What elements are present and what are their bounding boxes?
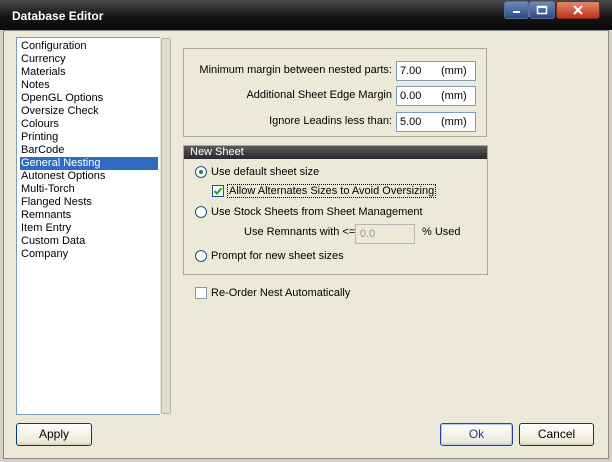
remnants-label: Use Remnants with <= xyxy=(244,226,356,238)
list-item[interactable]: Currency xyxy=(20,53,158,66)
min-margin-unit: (mm) xyxy=(441,65,467,77)
list-item[interactable]: Flanged Nests xyxy=(20,196,158,209)
list-item[interactable]: Colours xyxy=(20,118,158,131)
reorder-label[interactable]: Re-Order Nest Automatically xyxy=(211,287,350,299)
settings-category-list[interactable]: Configuration Currency Materials Notes OpenG… xyxy=(16,37,172,415)
alternates-checkbox[interactable] xyxy=(212,185,224,197)
database-editor-window: Database Editor Configuration Currency Mat… xyxy=(0,0,612,462)
list-item[interactable]: Item Entry xyxy=(20,222,158,235)
remnants-unit: % Used xyxy=(422,226,461,238)
list-item[interactable]: Materials xyxy=(20,66,158,79)
prompt-radio[interactable] xyxy=(195,250,207,262)
list-item[interactable]: Configuration xyxy=(20,40,158,53)
maximize-button[interactable] xyxy=(529,1,555,19)
list-item[interactable]: Printing xyxy=(20,131,158,144)
list-item[interactable]: Multi-Torch xyxy=(20,183,158,196)
list-item[interactable]: General Nesting xyxy=(20,157,158,170)
window-title: Database Editor xyxy=(12,9,104,23)
new-sheet-header: New Sheet xyxy=(184,146,487,159)
list-item[interactable]: BarCode xyxy=(20,144,158,157)
edge-margin-unit: (mm) xyxy=(441,90,467,102)
apply-button[interactable]: Apply xyxy=(16,423,92,446)
default-size-label[interactable]: Use default sheet size xyxy=(211,166,319,178)
leadins-field[interactable]: 5.00 (mm) xyxy=(396,112,476,132)
edge-margin-label: Additional Sheet Edge Margin xyxy=(246,89,392,101)
min-margin-value: 7.00 xyxy=(400,65,422,77)
list-item[interactable]: Oversize Check xyxy=(20,105,158,118)
list-item[interactable]: Company xyxy=(20,248,158,261)
edge-margin-field[interactable]: 0.00 (mm) xyxy=(396,86,476,106)
radio-selected-dot xyxy=(199,170,203,174)
close-button[interactable] xyxy=(556,1,600,19)
min-margin-label: Minimum margin between nested parts: xyxy=(199,64,392,76)
reorder-checkbox[interactable] xyxy=(195,287,207,299)
title-bar[interactable]: Database Editor xyxy=(0,0,612,30)
leadins-label: Ignore Leadins less than: xyxy=(269,115,392,127)
list-item[interactable]: OpenGL Options xyxy=(20,92,158,105)
list-item[interactable]: Custom Data xyxy=(20,235,158,248)
ok-button[interactable]: Ok xyxy=(440,423,513,446)
leadins-value: 5.00 xyxy=(400,116,422,128)
alternates-label[interactable]: Allow Alternates Sizes to Avoid Oversizi… xyxy=(227,184,437,198)
minimize-button[interactable] xyxy=(504,1,529,19)
min-margin-field[interactable]: 7.00 (mm) xyxy=(396,61,476,81)
list-item[interactable]: Notes xyxy=(20,79,158,92)
minimize-icon xyxy=(512,11,520,13)
edge-margin-value: 0.00 xyxy=(400,90,422,102)
checkmark-icon xyxy=(213,187,223,195)
list-item[interactable]: Remnants xyxy=(20,209,158,222)
maximize-icon xyxy=(536,5,548,15)
stock-sheets-radio[interactable] xyxy=(195,206,207,218)
list-item[interactable]: Autonest Options xyxy=(20,170,158,183)
remnants-percent-value: 0.0 xyxy=(360,228,376,240)
close-icon xyxy=(573,5,583,15)
remnants-percent-field[interactable]: 0.0 xyxy=(355,224,415,244)
cancel-button[interactable]: Cancel xyxy=(519,423,594,446)
stock-sheets-label[interactable]: Use Stock Sheets from Sheet Management xyxy=(211,206,423,218)
scrollbar-thumb[interactable] xyxy=(161,38,171,414)
default-size-radio[interactable] xyxy=(195,166,207,178)
prompt-label[interactable]: Prompt for new sheet sizes xyxy=(211,250,344,262)
list-scrollbar[interactable] xyxy=(160,37,172,415)
leadins-unit: (mm) xyxy=(441,116,467,128)
